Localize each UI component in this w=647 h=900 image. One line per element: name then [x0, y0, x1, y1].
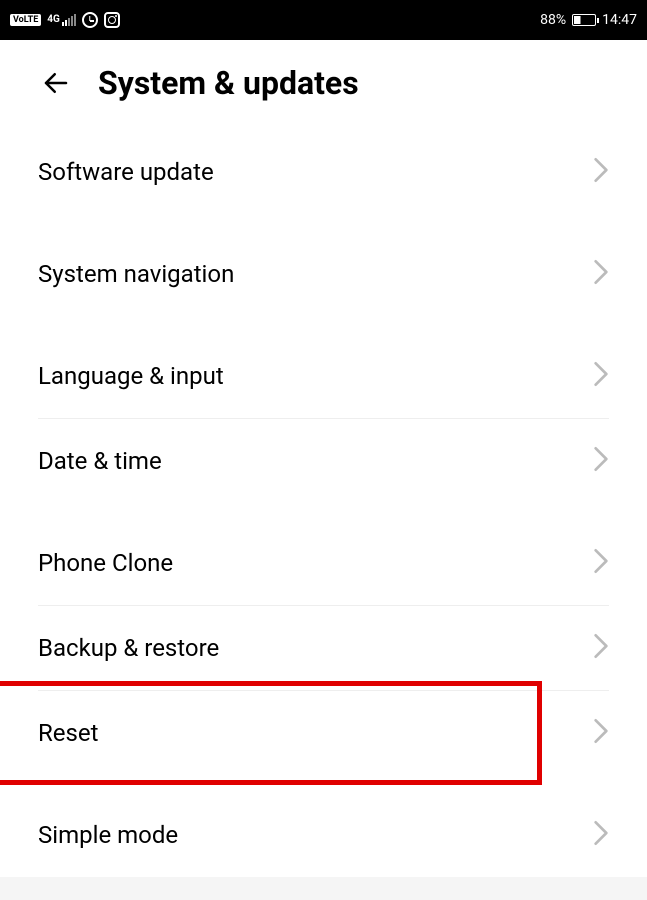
chevron-right-icon	[593, 156, 609, 188]
chevron-right-icon	[593, 819, 609, 851]
chevron-right-icon	[593, 547, 609, 575]
settings-item-label: Simple mode	[38, 821, 178, 849]
chevron-right-icon	[593, 717, 609, 749]
chevron-right-icon	[593, 360, 609, 388]
chevron-right-icon	[593, 258, 609, 286]
settings-group: System navigation	[0, 232, 647, 316]
settings-group: Software update	[0, 130, 647, 214]
instagram-icon	[104, 12, 120, 28]
settings-item-label: Phone Clone	[38, 549, 173, 577]
clock: 14:47	[602, 12, 637, 28]
settings-group: Simple mode	[0, 793, 647, 877]
chevron-right-icon	[593, 258, 609, 290]
chevron-right-icon	[593, 445, 609, 473]
settings-list: Software update System navigation Language…	[0, 130, 647, 877]
settings-item-label: System navigation	[38, 260, 234, 288]
settings-item-phone-clone[interactable]: Phone Clone	[0, 521, 647, 605]
settings-item-date-time[interactable]: Date & time	[0, 419, 647, 503]
arrow-left-icon	[41, 68, 71, 98]
back-button[interactable]	[40, 67, 72, 99]
settings-item-reset[interactable]: Reset	[0, 691, 647, 775]
chevron-right-icon	[593, 445, 609, 477]
status-bar: VoLTE 4G 88% 14:47	[0, 0, 647, 40]
settings-item-simple-mode[interactable]: Simple mode	[0, 793, 647, 877]
volte-icon: VoLTE	[10, 14, 41, 26]
chevron-right-icon	[593, 632, 609, 664]
settings-item-label: Reset	[38, 719, 98, 747]
settings-group: Phone Clone Backup & restore Reset	[0, 521, 647, 775]
chevron-right-icon	[593, 360, 609, 392]
chevron-right-icon	[593, 547, 609, 579]
settings-item-label: Language & input	[38, 362, 224, 390]
settings-group: Language & input Date & time	[0, 334, 647, 503]
page-title: System & updates	[98, 64, 359, 102]
settings-item-backup-restore[interactable]: Backup & restore	[0, 606, 647, 690]
settings-item-language-input[interactable]: Language & input	[0, 334, 647, 418]
chevron-right-icon	[593, 632, 609, 660]
settings-item-system-navigation[interactable]: System navigation	[0, 232, 647, 316]
chevron-right-icon	[593, 156, 609, 184]
chevron-right-icon	[593, 819, 609, 847]
settings-item-label: Date & time	[38, 447, 162, 475]
status-right: 88% 14:47	[540, 12, 637, 28]
alarm-icon	[82, 12, 98, 28]
settings-item-label: Backup & restore	[38, 634, 219, 662]
settings-item-label: Software update	[38, 158, 214, 186]
chevron-right-icon	[593, 717, 609, 745]
status-left: VoLTE 4G	[10, 12, 120, 28]
battery-icon	[572, 14, 596, 26]
header: System & updates	[0, 40, 647, 130]
network-signal-icon: 4G	[47, 14, 76, 26]
settings-item-software-update[interactable]: Software update	[0, 130, 647, 214]
battery-percent: 88%	[540, 12, 566, 28]
